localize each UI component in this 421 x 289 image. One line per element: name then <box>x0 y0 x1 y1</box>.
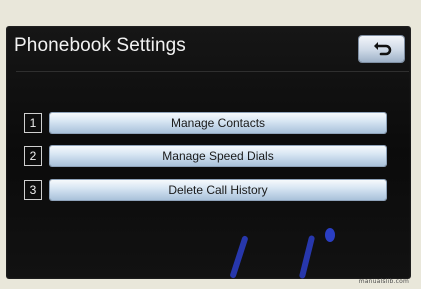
menu-row-manage-contacts: 1 Manage Contacts <box>24 113 386 133</box>
page-title: Phonebook Settings <box>14 35 186 56</box>
delete-call-history-button[interactable]: Delete Call History <box>50 180 386 200</box>
back-button[interactable] <box>359 36 404 62</box>
manage-contacts-button[interactable]: Manage Contacts <box>50 113 386 133</box>
screen-glare-dot <box>325 228 335 242</box>
menu-number-3: 3 <box>24 180 42 200</box>
display-screen: Phonebook Settings 1 Manage Contacts 2 M… <box>6 26 411 279</box>
watermark: manualslib.com <box>358 278 409 285</box>
menu-row-delete-call-history: 3 Delete Call History <box>24 180 386 200</box>
title-divider <box>16 71 409 72</box>
menu-number-1: 1 <box>24 113 42 133</box>
menu-number-2: 2 <box>24 146 42 166</box>
menu-row-manage-speed-dials: 2 Manage Speed Dials <box>24 146 386 166</box>
return-arrow-icon <box>374 42 392 56</box>
manage-speed-dials-button[interactable]: Manage Speed Dials <box>50 146 386 166</box>
